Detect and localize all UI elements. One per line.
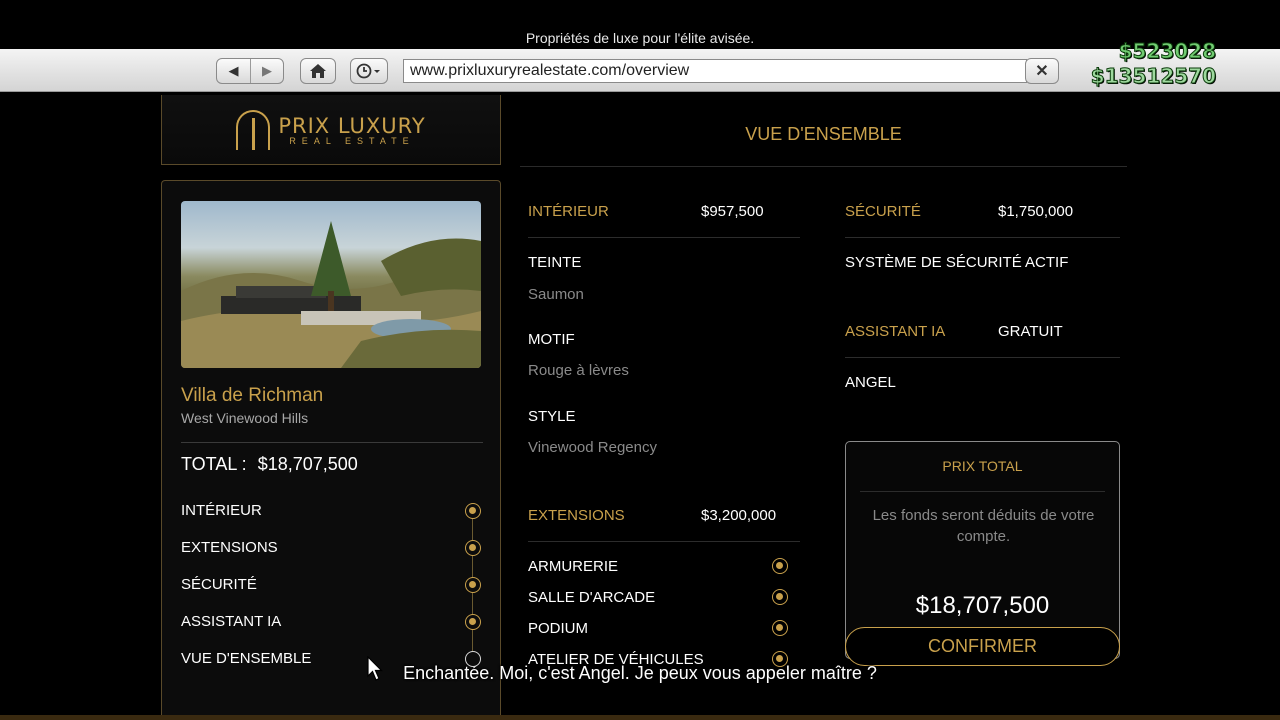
price-heading: PRIX TOTAL <box>942 458 1023 474</box>
price-divider <box>860 491 1105 492</box>
nav-button-group: ◀ ▶ <box>216 58 284 84</box>
security-label: SÉCURITÉ <box>845 203 921 220</box>
history-clock-icon <box>356 63 380 79</box>
logo-line1: PRIX LUXURY <box>278 113 426 138</box>
pattern-value: Rouge à lèvres <box>528 362 629 379</box>
extension-selected-icon <box>772 620 788 636</box>
extensions-label: EXTENSIONS <box>528 507 625 524</box>
page-caption: Propriétés de luxe pour l'élite avisée. <box>525 30 755 46</box>
step-extensions[interactable]: EXTENSIONS <box>181 539 483 576</box>
pattern-label: MOTIF <box>528 331 575 348</box>
price-note: Les fonds seront déduits de votre compte… <box>872 507 1095 545</box>
forward-arrow-icon: ▶ <box>261 63 272 78</box>
security-price: $1,750,000 <box>998 203 1074 220</box>
extensions-divider <box>528 541 800 542</box>
interior-label: INTÉRIEUR <box>528 203 609 220</box>
security-divider <box>845 237 1120 238</box>
ai-price: GRATUIT <box>998 323 1063 340</box>
home-button[interactable] <box>300 58 336 84</box>
extensions-price: $3,200,000 <box>701 507 777 524</box>
step-interior[interactable]: INTÉRIEUR <box>181 502 483 539</box>
mouse-cursor-icon <box>367 656 383 681</box>
interior-divider <box>528 237 800 238</box>
property-card: Villa de Richman West Vinewood Hills TOT… <box>161 180 501 716</box>
ai-name: ANGEL <box>845 374 896 391</box>
interior-price: $957,500 <box>701 203 764 220</box>
property-location: West Vinewood Hills <box>181 410 309 426</box>
confirm-button[interactable]: CONFIRMER <box>845 627 1120 666</box>
style-label: STYLE <box>528 408 576 425</box>
close-x-icon: ✕ <box>1035 63 1049 80</box>
step-complete-icon <box>465 614 481 630</box>
extension-item: SALLE D'ARCADE <box>528 589 656 606</box>
step-current-icon <box>465 651 481 667</box>
extension-item: PODIUM <box>528 620 588 637</box>
total-value: $18,707,500 <box>257 454 358 474</box>
property-name: Villa de Richman <box>181 385 324 406</box>
step-security[interactable]: SÉCURITÉ <box>181 576 483 613</box>
extension-selected-icon <box>772 589 788 605</box>
overview-divider <box>520 166 1127 167</box>
card-divider <box>181 442 483 443</box>
extension-selected-icon <box>772 558 788 574</box>
tint-value: Saumon <box>528 286 584 303</box>
extension-item: ARMURERIE <box>528 558 619 575</box>
url-field[interactable] <box>403 59 1027 83</box>
brand-logo[interactable]: PRIX LUXURY REAL ESTATE <box>161 95 501 165</box>
home-icon <box>310 64 326 78</box>
bank-balance: $13512570 <box>1090 64 1216 89</box>
overview-title: VUE D'ENSEMBLE <box>745 124 902 144</box>
cash-balance: $523028 <box>1118 39 1216 64</box>
card-total: TOTAL : $18,707,500 <box>181 454 358 475</box>
step-complete-icon <box>465 503 481 519</box>
palm-logo-icon <box>236 109 271 150</box>
browser-toolbar: ◀ ▶ ✕ <box>0 49 1280 92</box>
history-button[interactable] <box>350 58 388 84</box>
total-label: TOTAL : <box>181 454 247 474</box>
logo-line2: REAL ESTATE <box>289 135 415 146</box>
step-ai-assistant[interactable]: ASSISTANT IA <box>181 613 483 650</box>
dialogue-subtitle: Enchantée. Moi, c'est Angel. Je peux vou… <box>403 663 877 683</box>
forward-button[interactable]: ▶ <box>249 59 283 83</box>
close-button[interactable]: ✕ <box>1025 58 1059 84</box>
tint-label: TEINTE <box>528 254 582 271</box>
style-value: Vinewood Regency <box>528 439 657 456</box>
bottom-strip <box>0 715 1280 720</box>
back-button[interactable]: ◀ <box>217 59 250 83</box>
security-system: SYSTÈME DE SÉCURITÉ ACTIF <box>845 254 1069 271</box>
back-arrow-icon: ◀ <box>228 63 239 78</box>
price-total: $18,707,500 <box>915 592 1050 619</box>
step-complete-icon <box>465 540 481 556</box>
ai-label: ASSISTANT IA <box>845 323 946 340</box>
step-list: INTÉRIEUR EXTENSIONS SÉCURITÉ ASSISTANT … <box>181 502 483 687</box>
property-photo <box>181 201 481 368</box>
ai-divider <box>845 357 1120 358</box>
step-complete-icon <box>465 577 481 593</box>
